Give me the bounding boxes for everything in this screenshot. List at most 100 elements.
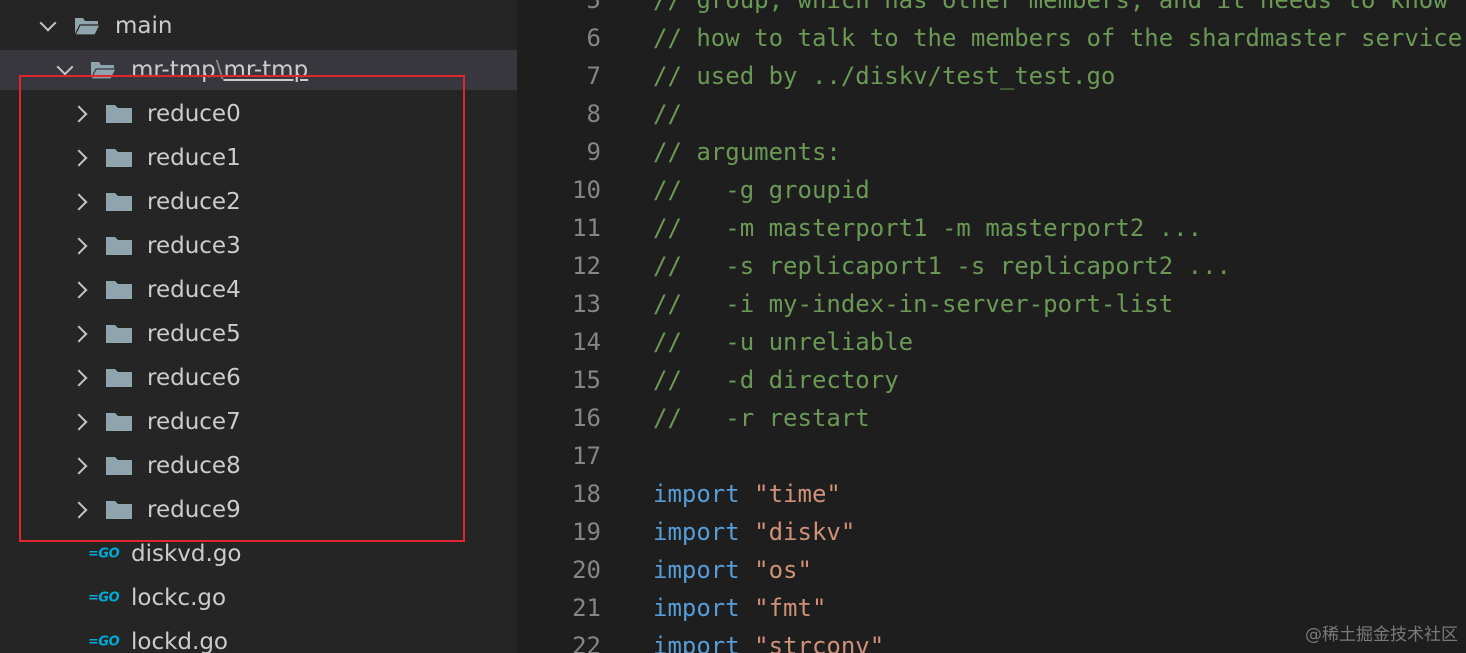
code-token-keyword: import — [653, 518, 740, 546]
tree-item-file[interactable]: =GO lockd.go — [0, 620, 517, 653]
chevron-right-icon[interactable] — [70, 149, 88, 167]
code-token-keyword: import — [653, 632, 740, 653]
explorer-sidebar: main mr-tmp\mr-tmp reduce0 reduce1 reduce2… — [0, 0, 517, 653]
tree-item-folder[interactable]: reduce4 — [0, 268, 517, 312]
code-token-string: "diskv" — [754, 518, 856, 546]
tree-item-main[interactable]: main — [0, 6, 517, 46]
chevron-right-icon[interactable] — [70, 369, 88, 387]
folder-icon — [106, 149, 132, 167]
line-number: 7 — [586, 62, 601, 90]
code-line: 17 — [517, 437, 1466, 475]
code-token-comment: // -u unreliable — [653, 328, 914, 356]
code-line: 5 // group, which has other members, and … — [517, 0, 1466, 19]
line-number: 16 — [572, 404, 601, 432]
tree-item-folder[interactable]: reduce3 — [0, 224, 517, 268]
code-text[interactable]: // -m masterport1 -m masterport2 ... — [653, 214, 1202, 242]
tree-item-file[interactable]: =GO lockc.go — [0, 576, 517, 620]
tree-item-folder[interactable]: reduce5 — [0, 312, 517, 356]
line-number: 9 — [586, 138, 601, 166]
code-text[interactable]: // -g groupid — [653, 176, 870, 204]
tree-item-label: reduce8 — [147, 453, 241, 479]
code-token-comment: // -i my-index-in-server-port-list — [653, 290, 1174, 318]
tree-item-folder[interactable]: reduce2 — [0, 180, 517, 224]
folder-icon — [106, 413, 132, 431]
code-line: 11 // -m masterport1 -m masterport2 ... — [517, 209, 1466, 247]
code-line: 19 import "diskv" — [517, 513, 1466, 551]
code-token-keyword: import — [653, 556, 740, 584]
chevron-right-icon[interactable] — [70, 457, 88, 475]
folder-icon — [106, 237, 132, 255]
compact-folder-path: mr-tmp\mr-tmp — [131, 57, 308, 83]
code-text[interactable]: // arguments: — [653, 138, 841, 166]
path-segment-current[interactable]: mr-tmp — [223, 57, 308, 83]
folder-icon — [106, 105, 132, 123]
code-token-comment: // used by ../diskv/test_test.go — [653, 62, 1116, 90]
tree-item-label: lockd.go — [131, 629, 229, 653]
code-text[interactable]: // — [653, 100, 682, 128]
line-number: 20 — [572, 556, 601, 584]
tree-item-label: diskvd.go — [131, 541, 242, 567]
code-token-comment: // -r restart — [653, 404, 870, 432]
code-token-comment: // -d directory — [653, 366, 899, 394]
code-text[interactable]: // -i my-index-in-server-port-list — [653, 290, 1173, 318]
line-number: 17 — [572, 442, 601, 470]
tree-item-folder[interactable]: reduce8 — [0, 444, 517, 488]
code-text[interactable]: // -d directory — [653, 366, 899, 394]
tree-item-mr-tmp[interactable]: mr-tmp\mr-tmp — [0, 50, 517, 90]
chevron-right-icon[interactable] — [70, 193, 88, 211]
tree-item-label: reduce6 — [147, 365, 241, 391]
go-file-icon: =GO — [88, 634, 120, 650]
code-text[interactable]: import "fmt" — [653, 594, 826, 622]
code-editor[interactable]: 5 // group, which has other members, and … — [517, 0, 1466, 653]
chevron-right-icon[interactable] — [70, 281, 88, 299]
code-text[interactable]: import "diskv" — [653, 518, 855, 546]
chevron-right-icon[interactable] — [70, 325, 88, 343]
code-line: 9 // arguments: — [517, 133, 1466, 171]
tree-item-folder[interactable]: reduce9 — [0, 488, 517, 532]
line-number: 5 — [586, 0, 601, 14]
code-text[interactable]: // group, which has other members, and i… — [653, 0, 1448, 14]
code-text[interactable]: import "os" — [653, 556, 812, 584]
line-number: 12 — [572, 252, 601, 280]
line-number: 22 — [572, 632, 601, 653]
folder-icon — [106, 369, 132, 387]
chevron-right-icon[interactable] — [70, 413, 88, 431]
path-segment-parent[interactable]: mr-tmp — [131, 57, 216, 83]
chevron-down-icon[interactable] — [39, 14, 57, 32]
code-text[interactable]: import "time" — [653, 480, 841, 508]
tree-item-folder[interactable]: reduce7 — [0, 400, 517, 444]
line-number: 18 — [572, 480, 601, 508]
tree-item-folder[interactable]: reduce0 — [0, 92, 517, 136]
code-line: 6 // how to talk to the members of the sh… — [517, 19, 1466, 57]
go-file-icon: =GO — [88, 590, 120, 606]
chevron-right-icon[interactable] — [70, 501, 88, 519]
code-token-keyword: import — [653, 594, 740, 622]
folder-open-icon — [90, 62, 117, 80]
chevron-right-icon[interactable] — [70, 105, 88, 123]
code-text[interactable]: // how to talk to the members of the sha… — [653, 24, 1466, 52]
code-text[interactable]: // -u unreliable — [653, 328, 913, 356]
line-number: 13 — [572, 290, 601, 318]
line-number: 21 — [572, 594, 601, 622]
chevron-right-icon[interactable] — [70, 237, 88, 255]
chevron-down-icon[interactable] — [56, 58, 74, 76]
code-line: 15 // -d directory — [517, 361, 1466, 399]
code-line: 10 // -g groupid — [517, 171, 1466, 209]
code-text[interactable]: // used by ../diskv/test_test.go — [653, 62, 1115, 90]
code-text[interactable]: import "strconv" — [653, 632, 884, 653]
code-token-comment: // -g groupid — [653, 176, 870, 204]
tree-item-folder[interactable]: reduce1 — [0, 136, 517, 180]
code-text[interactable]: // -s replicaport1 -s replicaport2 ... — [653, 252, 1231, 280]
code-token-comment: // arguments: — [653, 138, 841, 166]
tree-item-file[interactable]: =GO diskvd.go — [0, 532, 517, 576]
tree-item-folder[interactable]: reduce6 — [0, 356, 517, 400]
line-number: 19 — [572, 518, 601, 546]
line-number: 6 — [586, 24, 601, 52]
code-token-string: "fmt" — [754, 594, 827, 622]
tree-item-label: reduce5 — [147, 321, 241, 347]
folder-icon — [106, 193, 132, 211]
code-text[interactable]: // -r restart — [653, 404, 870, 432]
